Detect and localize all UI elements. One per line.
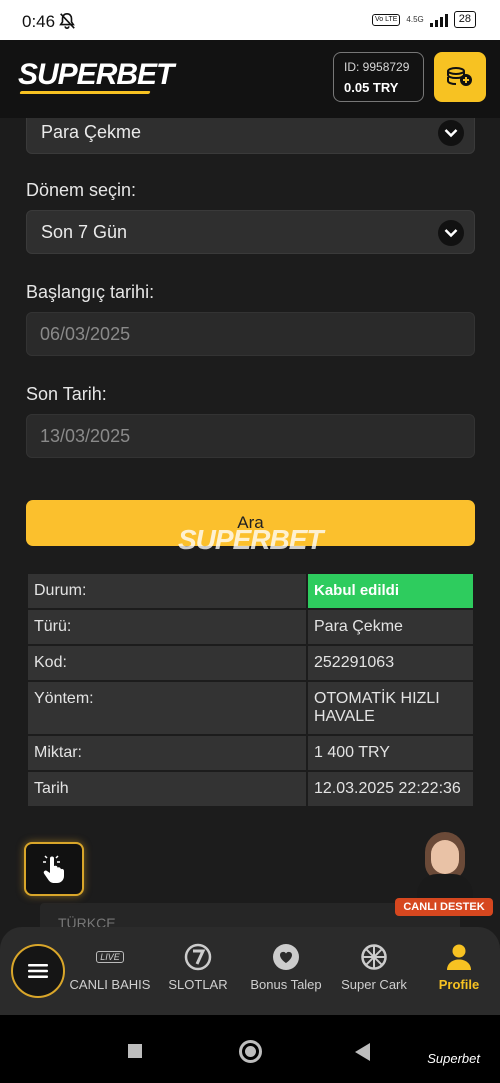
wheel-icon bbox=[361, 944, 387, 970]
table-row: Durum: Kabul edildi bbox=[28, 574, 473, 608]
live-support-widget[interactable]: CANLI DESTEK bbox=[395, 832, 493, 917]
chevron-down-icon bbox=[438, 220, 464, 246]
code-value: 252291063 bbox=[308, 646, 473, 680]
method-value: OTOMATİK HIZLI HAVALE bbox=[308, 682, 473, 734]
network-type: 4.5G bbox=[406, 15, 424, 24]
account-id: ID: 9958729 bbox=[344, 60, 410, 74]
status-icons: Vo LTE 4.5G 28 bbox=[371, 11, 476, 28]
home-icon[interactable] bbox=[239, 1040, 262, 1063]
superbet-logo[interactable]: SUPERBET bbox=[18, 58, 174, 92]
hand-pointer-icon bbox=[43, 855, 64, 883]
nav-super-cark[interactable]: Super Cark bbox=[329, 941, 419, 992]
date-key: Tarih bbox=[28, 772, 306, 806]
amount-value: 1 400 TRY bbox=[308, 736, 473, 770]
method-key: Yöntem: bbox=[28, 682, 306, 734]
deposit-button[interactable] bbox=[434, 52, 486, 102]
nav-profile[interactable]: Profile bbox=[414, 941, 500, 992]
amount-key: Miktar: bbox=[28, 736, 306, 770]
accessibility-cursor-button[interactable] bbox=[24, 842, 84, 896]
type-key: Türü: bbox=[28, 610, 306, 644]
withdraw-history-page: Para Çekme Dönem seçin: Son 7 Gün Başlan… bbox=[0, 118, 500, 930]
support-agent-avatar bbox=[431, 840, 459, 874]
nav-label: Profile bbox=[438, 977, 480, 992]
volte-icon: Vo LTE bbox=[371, 13, 401, 26]
nav-bonus-talep[interactable]: Bonus Talep bbox=[241, 941, 331, 992]
bottom-nav: LIVE CANLI BAHIS SLOTLAR Bonus Talep Sup… bbox=[0, 927, 500, 1015]
period-select[interactable]: Son 7 Gün bbox=[26, 210, 475, 254]
table-row: Yöntem: OTOMATİK HIZLI HAVALE bbox=[28, 682, 473, 734]
slot-seven-icon bbox=[184, 943, 212, 971]
type-value: Para Çekme bbox=[308, 610, 473, 644]
start-date-value: 06/03/2025 bbox=[40, 323, 131, 344]
end-date-label: Son Tarih: bbox=[26, 384, 107, 404]
nav-canli-bahis[interactable]: LIVE CANLI BAHIS bbox=[65, 941, 155, 992]
table-row: Miktar: 1 400 TRY bbox=[28, 736, 473, 770]
live-icon: LIVE bbox=[96, 951, 124, 963]
nav-label: SLOTLAR bbox=[168, 977, 228, 992]
bell-muted-icon bbox=[59, 12, 75, 29]
system-nav-bar: Superbet bbox=[0, 1015, 500, 1083]
recent-apps-icon[interactable] bbox=[128, 1044, 142, 1058]
period-value: Son 7 Gün bbox=[41, 221, 128, 242]
account-balance: 0.05 TRY bbox=[344, 80, 399, 95]
end-date-value: 13/03/2025 bbox=[40, 425, 131, 446]
account-box[interactable]: ID: 9958729 0.05 TRY bbox=[333, 52, 424, 102]
app-header: SUPERBET ID: 9958729 0.05 TRY bbox=[0, 40, 500, 118]
battery-icon: 28 bbox=[453, 11, 476, 28]
logo-underline bbox=[19, 91, 151, 94]
back-icon[interactable] bbox=[355, 1043, 370, 1061]
superbet-watermark: SUPERBET bbox=[178, 524, 323, 555]
table-row: Türü: Para Çekme bbox=[28, 610, 473, 644]
end-date-field[interactable]: 13/03/2025 bbox=[26, 414, 475, 458]
live-support-label: CANLI DESTEK bbox=[395, 898, 493, 916]
status-badge: Kabul edildi bbox=[308, 574, 473, 608]
table-row: Kod: 252291063 bbox=[28, 646, 473, 680]
start-date-label: Başlangıç tarihi: bbox=[26, 282, 155, 302]
nav-label: CANLI BAHIS bbox=[69, 977, 151, 992]
status-key: Durum: bbox=[28, 574, 306, 608]
user-icon bbox=[447, 944, 471, 970]
status-time: 0:46 bbox=[22, 12, 56, 31]
date-value: 12.03.2025 22:22:36 bbox=[308, 772, 473, 806]
heart-icon bbox=[273, 944, 299, 970]
period-label: Dönem seçin: bbox=[26, 180, 137, 200]
transaction-details-table: Durum: Kabul edildi Türü: Para Çekme Kod… bbox=[26, 572, 475, 808]
app-name: Superbet bbox=[427, 1051, 480, 1066]
menu-button[interactable] bbox=[11, 944, 65, 998]
table-row: Tarih 12.03.2025 22:22:36 bbox=[28, 772, 473, 806]
nav-label: Bonus Talep bbox=[250, 977, 322, 992]
coins-icon bbox=[447, 67, 472, 86]
status-bar: 0:46 Vo LTE 4.5G 28 bbox=[0, 0, 500, 40]
nav-label: Super Cark bbox=[341, 977, 407, 992]
signal-icon bbox=[429, 13, 448, 27]
transaction-type-value: Para Çekme bbox=[41, 121, 142, 142]
nav-slotlar[interactable]: SLOTLAR bbox=[153, 941, 243, 992]
start-date-field[interactable]: 06/03/2025 bbox=[26, 312, 475, 356]
transaction-type-select[interactable]: Para Çekme bbox=[26, 118, 475, 154]
chevron-down-icon bbox=[438, 120, 464, 146]
code-key: Kod: bbox=[28, 646, 306, 680]
hamburger-icon bbox=[28, 964, 48, 978]
